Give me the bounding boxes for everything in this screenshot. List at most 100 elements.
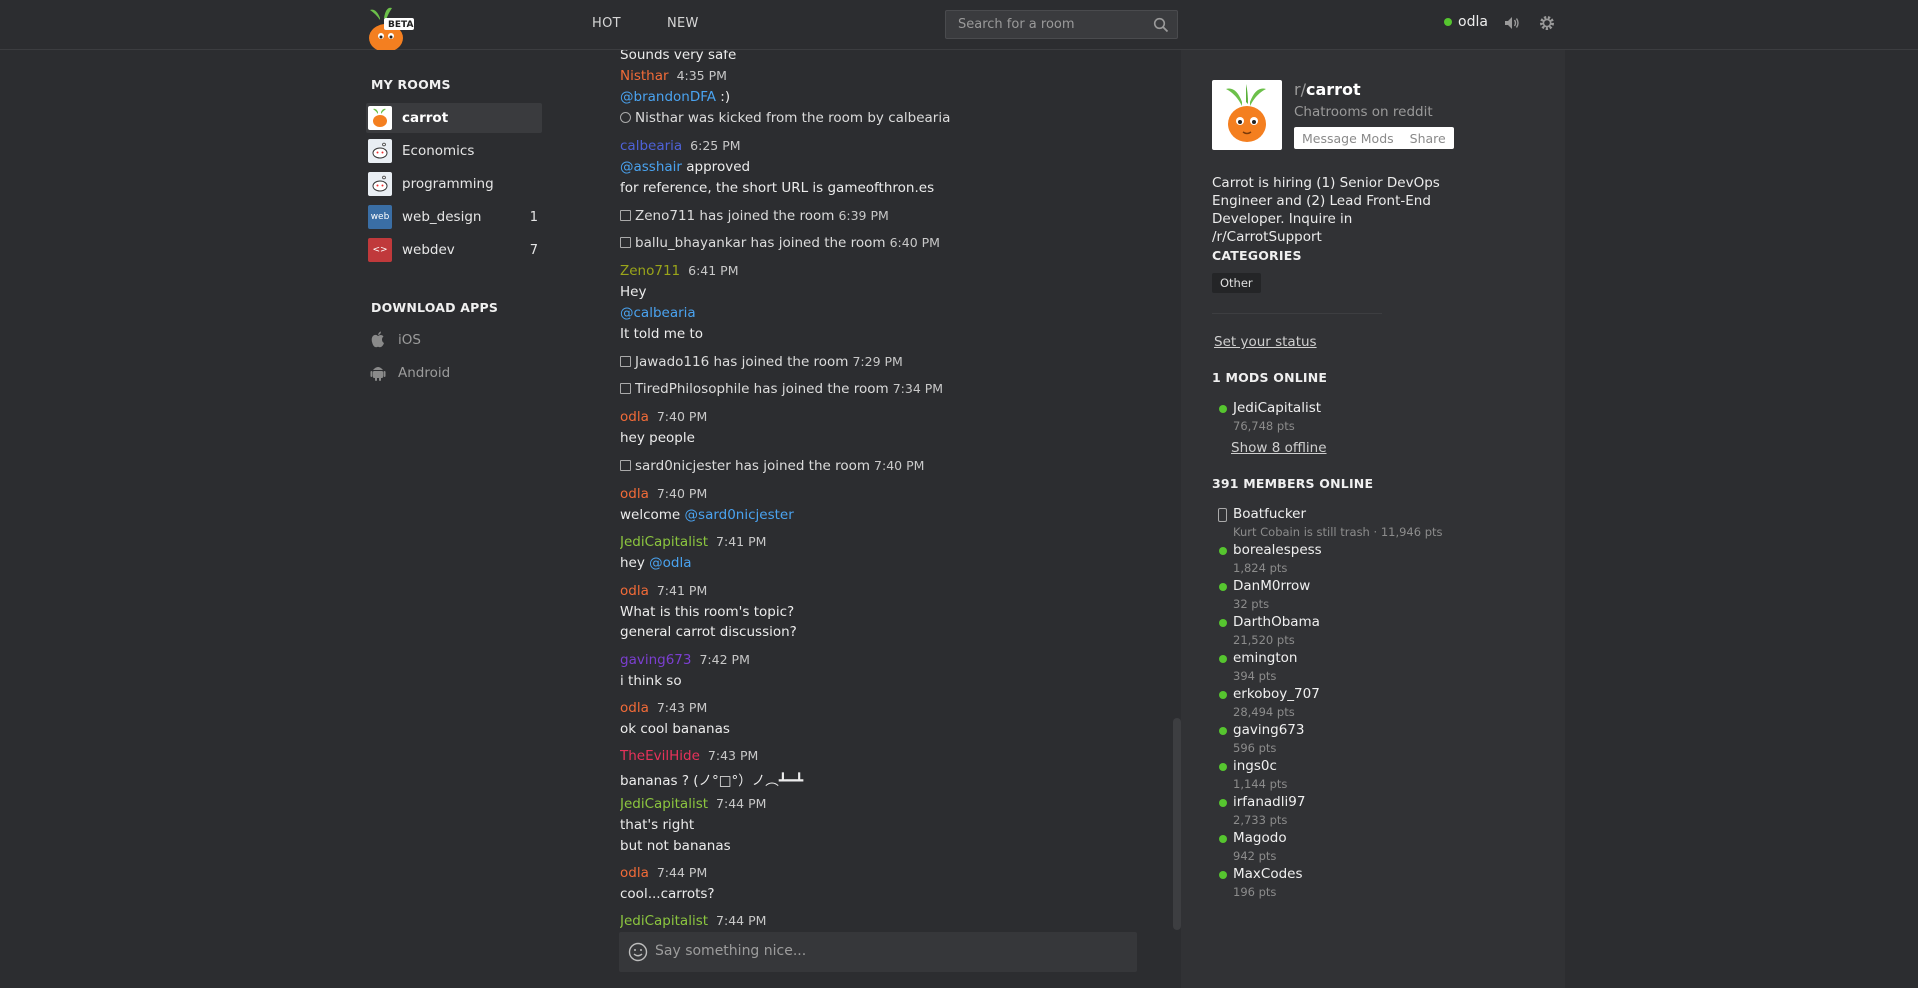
author-name[interactable]: odla (620, 865, 649, 881)
member-name: borealespess (1233, 542, 1322, 558)
mention-link[interactable]: @odla (649, 555, 691, 571)
room-count: 1 (529, 209, 538, 225)
message-text: It told me to (620, 326, 704, 342)
timestamp: 7:42 PM (699, 652, 750, 667)
message-text: :) (716, 89, 731, 105)
sidebar-item-web-design[interactable]: web web_design 1 (366, 202, 542, 232)
author-name[interactable]: JediCapitalist (620, 796, 708, 812)
message-text: but not bananas (620, 838, 731, 854)
member-name: gaving673 (1233, 722, 1305, 738)
message-header: odla 7:40 PM (620, 409, 707, 425)
show-offline-link[interactable]: Show 8 offline (1231, 440, 1327, 456)
username: odla (1458, 14, 1488, 30)
message-mods-button[interactable]: Message Mods (1294, 131, 1402, 146)
message-input[interactable] (655, 943, 1125, 959)
set-status-link[interactable]: Set your status (1214, 334, 1317, 350)
speaker-icon[interactable] (1503, 14, 1521, 32)
author-name[interactable]: TheEvilHide (620, 748, 700, 764)
member-points: 196 pts (1233, 885, 1277, 899)
category-badge[interactable]: Other (1212, 273, 1261, 293)
member-points: 394 pts (1233, 669, 1277, 683)
author-name[interactable]: odla (620, 486, 649, 502)
author-name[interactable]: odla (620, 583, 649, 599)
android-icon (370, 367, 386, 381)
join-notice: ballu_bhayankar has joined the room 6:40 … (620, 235, 940, 251)
author-name[interactable]: JediCapitalist (620, 534, 708, 550)
room-description: Carrot is hiring (1) Senior DevOps Engin… (1212, 175, 1440, 245)
message-text: general carrot discussion? (620, 624, 797, 640)
author-name[interactable]: Nisthar (620, 68, 669, 84)
timestamp: 7:40 PM (874, 458, 925, 473)
member-points: 2,733 pts (1233, 813, 1288, 827)
room-label: Economics (402, 143, 475, 159)
mobile-icon (1218, 508, 1227, 522)
mention-link[interactable]: @calbearia (620, 305, 696, 321)
app-ios-link[interactable]: iOS (370, 328, 421, 352)
member-name: DarthObama (1233, 614, 1320, 630)
carrot-logo[interactable]: BETA (366, 6, 418, 52)
timestamp: 4:35 PM (676, 68, 727, 83)
chat-scrollbar[interactable] (1173, 718, 1181, 930)
message-body: hey @odla (620, 555, 692, 571)
carrot-mascot-icon (1226, 84, 1266, 142)
author-name[interactable]: gaving673 (620, 652, 691, 668)
categories-title: CATEGORIES (1212, 248, 1302, 263)
code-icon: <> (368, 238, 392, 262)
message-body: i think so (620, 673, 682, 689)
message-text: Sounds very safe (620, 50, 737, 63)
emoji-icon[interactable] (628, 942, 648, 962)
gear-icon[interactable] (1538, 14, 1556, 32)
author-name[interactable]: odla (620, 700, 649, 716)
message-text: bananas ? (ノ°□°）ノ︵┻━┻ (620, 773, 804, 789)
carrot-icon (368, 106, 392, 130)
member-points: 32 pts (1233, 597, 1270, 611)
message-text: i think so (620, 673, 682, 689)
author-name[interactable]: Zeno711 (620, 263, 680, 279)
sidebar-item-programming[interactable]: programming (366, 169, 542, 199)
sidebar-item-webdev[interactable]: <> webdev 7 (366, 235, 542, 265)
nav-new[interactable]: NEW (667, 16, 699, 31)
timestamp: 7:44 PM (716, 796, 767, 811)
nav-hot[interactable]: HOT (592, 16, 621, 31)
timestamp: 7:43 PM (656, 700, 708, 715)
room-label: programming (402, 176, 494, 192)
message-body: hey people (620, 430, 695, 446)
message-text: hey people (620, 430, 695, 446)
sidebar-item-economics[interactable]: Economics (366, 136, 542, 166)
message-text: welcome (620, 507, 685, 523)
share-button[interactable]: Share (1402, 131, 1454, 146)
member-points: 1,144 pts (1233, 777, 1288, 791)
message-body: general carrot discussion? (620, 624, 797, 640)
author-name[interactable]: JediCapitalist (620, 913, 708, 929)
message-header: odla 7:41 PM (620, 583, 707, 599)
member-name: emington (1233, 650, 1298, 666)
chat-log[interactable]: Sounds very safe Nisthar 4:35 PM @brandonDF… (620, 50, 1170, 930)
download-apps-title: DOWNLOAD APPS (371, 300, 499, 315)
member-points: 28,494 pts (1233, 705, 1295, 719)
message-text: What is this room's topic? (620, 604, 795, 620)
app-android-link[interactable]: Android (370, 361, 450, 385)
author-name[interactable]: odla (620, 409, 649, 425)
timestamp: 7:34 PM (892, 381, 944, 396)
user-status[interactable]: odla (1444, 14, 1488, 30)
mention-link[interactable]: @brandonDFA (620, 89, 716, 105)
member-points: 76,748 pts (1233, 419, 1295, 433)
apple-icon (371, 331, 384, 348)
join-icon (620, 237, 631, 248)
ban-icon (620, 112, 631, 123)
beta-badge: BETA (388, 20, 414, 30)
sidebar-item-carrot[interactable]: carrot (366, 103, 542, 133)
message-header: odla 7:43 PM (620, 700, 707, 716)
author-name[interactable]: calbearia (620, 138, 682, 154)
mention-link[interactable]: @sard0nicjester (685, 507, 794, 523)
message-text: hey (620, 555, 650, 571)
message-header: TheEvilHide 7:43 PM (620, 748, 758, 764)
join-text: Zeno711 has joined the room (635, 208, 835, 224)
mention-link[interactable]: @asshair (620, 159, 682, 175)
subreddit-name[interactable]: r/carrot (1294, 80, 1361, 99)
app-label: Android (398, 365, 451, 381)
member-name: ings0c (1233, 758, 1277, 774)
search-input[interactable] (958, 17, 1148, 32)
search-icon[interactable] (1153, 17, 1169, 33)
member-name: erkoboy_707 (1233, 686, 1320, 702)
